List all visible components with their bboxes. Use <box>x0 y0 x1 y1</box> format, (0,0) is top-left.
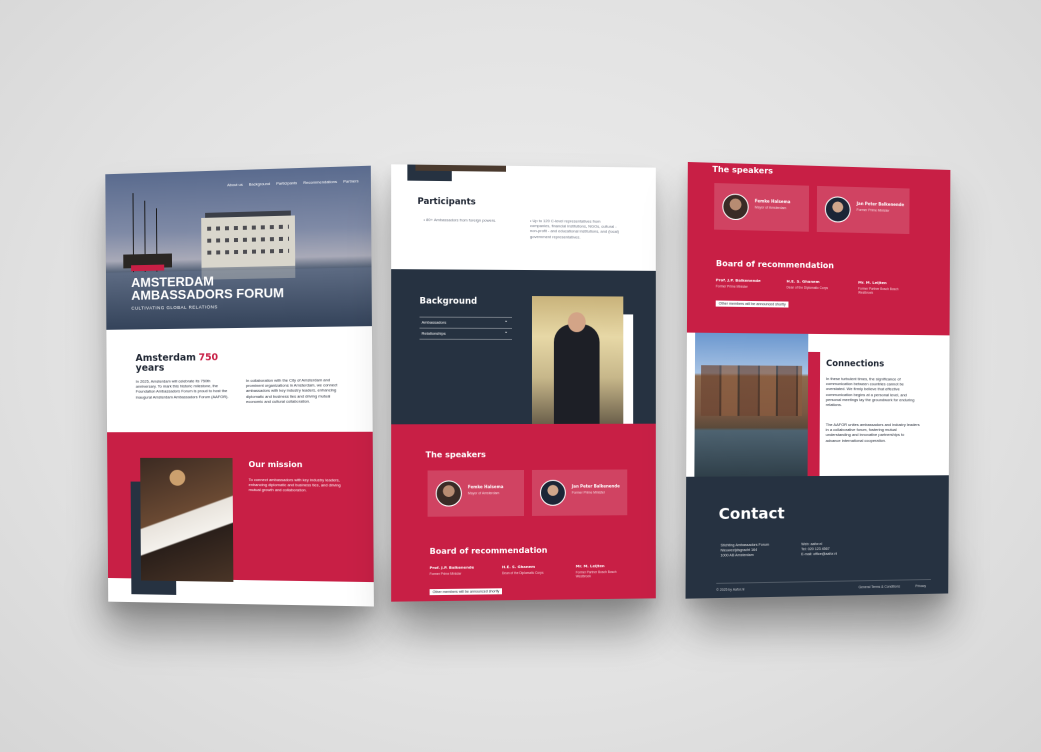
speaker-card[interactable]: Jan Peter Balkenende Former Prime Minist… <box>531 469 628 516</box>
speaker-name: Jan Peter Balkenende <box>571 483 620 489</box>
page-mockup-connections: The speakers Femke Halsema Mayor of Amst… <box>685 161 951 599</box>
speaker-card[interactable]: Femke Halsema Mayor of Amsterdam <box>714 183 810 232</box>
background-title: Background <box>419 296 478 307</box>
speaker-name: Femke Halsema <box>467 484 504 490</box>
speaker-avatar <box>539 479 566 506</box>
speakers-title: The speakers <box>712 164 774 176</box>
accordion-item[interactable]: Ambassadors <box>422 320 447 325</box>
board-title: Board of recommendation <box>429 545 548 556</box>
participants-left: • 80+ Ambassadors from foreign powers. <box>423 217 497 223</box>
board-member-name: Prof. J.P. Balkenende <box>429 564 475 571</box>
board-member-name: Mr. M. Leijten <box>858 279 887 286</box>
announcement-badge: Other members will be announced shortly <box>429 588 503 596</box>
page-mockup-home: About us Background Participants Recomme… <box>105 165 374 607</box>
speaker-avatar <box>435 480 462 507</box>
contact-title: Contact <box>718 504 785 524</box>
nav-item[interactable]: About us <box>227 182 243 187</box>
speaker-name: Femke Halsema <box>754 198 791 205</box>
intro-title-number: 750 <box>198 352 219 364</box>
footer-terms-link[interactable]: General Terms & Conditions <box>859 585 901 590</box>
hero-tag <box>131 264 165 272</box>
intro-column-2: In collaboration with the City of Amster… <box>245 377 338 404</box>
board-member-name: H.E. S. Ghanem <box>502 563 536 570</box>
board-member-role: Former Prime Minister <box>429 571 462 577</box>
connections-paragraph: The AAFOR unites ambassadors and industr… <box>825 422 920 443</box>
handshake-photo <box>140 457 234 582</box>
intro-title: Amsterdam 750 years <box>135 352 219 374</box>
connections-paragraph: In these turbulent times, the significan… <box>825 376 915 408</box>
chevron-down-icon[interactable]: ⌄ <box>504 318 508 324</box>
nav-item[interactable]: Partners <box>343 178 358 184</box>
speaker-role: Mayor of Amsterdam <box>754 205 787 211</box>
speaker-avatar <box>824 196 851 223</box>
speaker-role: Former Prime Minister <box>856 207 890 213</box>
speaker-name: Jan Peter Balkenende <box>856 200 905 208</box>
photo-lamp <box>169 469 186 486</box>
board-member-role: Former Prime Minister <box>715 284 748 289</box>
photo-figure <box>553 324 600 432</box>
hero-title: AMSTERDAM AMBASSADORS FORUM <box>131 273 284 302</box>
speaker-avatar <box>722 193 749 221</box>
hero-title-line: AMBASSADORS FORUM <box>131 285 284 303</box>
board-member-name: H.E. S. Ghanem <box>786 278 820 284</box>
nav-item[interactable]: Participants <box>276 180 297 186</box>
footer-privacy-link[interactable]: Privacy <box>915 584 926 588</box>
contact-email[interactable]: E-mail: office@aafor.nl <box>801 552 837 558</box>
intro-column-1: In 2025, Amsterdam will celebrate its 75… <box>135 378 229 400</box>
speaker-role: Mayor of Amsterdam <box>467 491 500 496</box>
contact-details: Web: aafor.nl Tel: 020 123 4567 E-mail: … <box>801 542 837 558</box>
mission-text: To connect ambassadors with key industry… <box>248 477 341 493</box>
board-member-name: Mr. M. Leijten <box>575 563 605 569</box>
board-member-role: Former Partner Bosch Bosch Westbroek <box>575 569 617 579</box>
nav-item[interactable]: Background <box>249 181 270 187</box>
contact-address: Stichting Ambassadors Forum Nieuwezijdsg… <box>720 543 769 559</box>
participants-title: Participants <box>417 196 476 208</box>
board-member-role: Former Partner Bosch Bosch Westbroek <box>858 286 899 295</box>
accordion-item[interactable]: Relationships <box>422 331 446 336</box>
intro-title-suffix: years <box>135 362 165 374</box>
page-mockup-participants: Participants • 80+ Ambassadors from fore… <box>391 164 656 602</box>
connections-title: Connections <box>826 359 885 370</box>
footer-copyright: © 2025 by Aafor.nl <box>716 587 745 592</box>
nav-item[interactable]: Recommendations <box>303 179 337 185</box>
hero-section: About us Background Participants Recomme… <box>105 165 372 330</box>
speaker-card[interactable]: Femke Halsema Mayor of Amsterdam <box>427 470 525 517</box>
speaker-card[interactable]: Jan Peter Balkenende Former Prime Minist… <box>816 185 910 235</box>
top-photo-edge <box>415 164 507 172</box>
announcement-badge: Other members will be announced shortly <box>715 300 789 308</box>
canal-houses <box>700 365 803 416</box>
mission-title: Our mission <box>248 460 303 470</box>
board-member-name: Prof. J.P. Balkenende <box>715 277 761 284</box>
board-member-role: Dean of the Diplomatic Corps <box>502 570 544 576</box>
mockup-stage: About us Background Participants Recomme… <box>0 0 1041 752</box>
photo-figure-head <box>567 312 586 333</box>
speaker-role: Former Prime Minister <box>571 490 606 495</box>
speakers-title: The speakers <box>425 450 486 460</box>
top-nav: About us Background Participants Recomme… <box>227 178 359 187</box>
chevron-down-icon[interactable]: ⌄ <box>504 329 508 335</box>
address-line: 1000 AB Amsterdam <box>720 552 754 558</box>
board-member-role: Dean of the Diplomatic Corps <box>786 285 829 291</box>
participants-right: • Up to 120 C-level representatives from… <box>529 218 619 240</box>
